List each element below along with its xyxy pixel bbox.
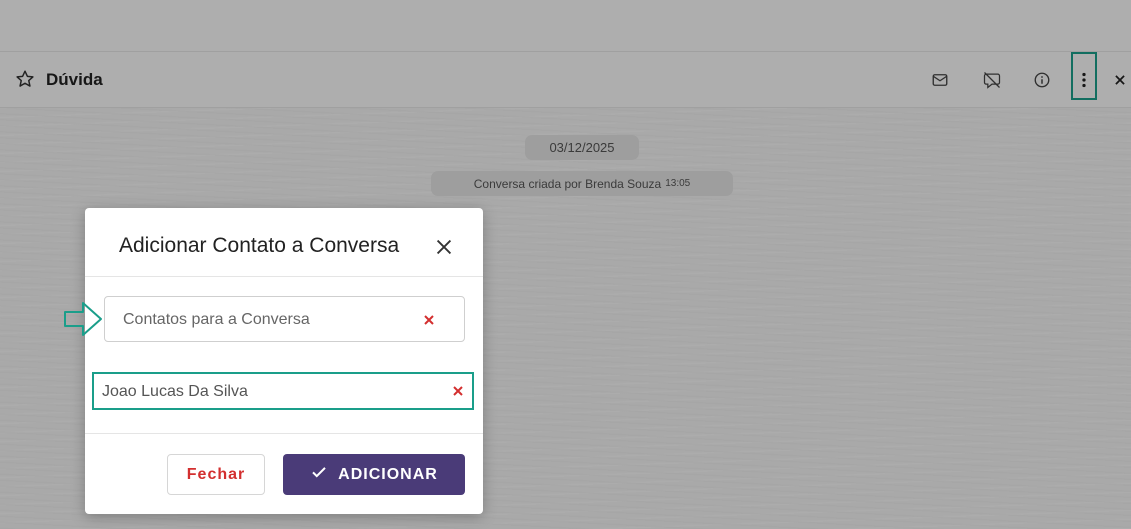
modal-title: Adicionar Contato a Conversa (119, 234, 400, 257)
contacts-input[interactable]: Contatos para a Conversa (104, 296, 465, 342)
check-icon (310, 463, 328, 486)
selected-contact-name: Joao Lucas Da Silva (102, 383, 248, 400)
remove-contact-icon[interactable] (450, 383, 466, 399)
close-button-label: Fechar (186, 465, 246, 483)
close-button[interactable]: Fechar (167, 454, 265, 495)
clear-input-icon[interactable] (421, 312, 437, 328)
modal-close-icon[interactable] (433, 236, 455, 258)
contacts-input-placeholder: Contatos para a Conversa (123, 311, 310, 328)
add-button-label: ADICIONAR (338, 465, 438, 483)
selected-contact: Joao Lucas Da Silva (92, 372, 474, 410)
add-contact-modal: Adicionar Contato a Conversa Contatos pa… (85, 208, 483, 514)
modal-footer-divider (85, 433, 483, 434)
arrow-right-icon (63, 301, 123, 337)
add-button[interactable]: ADICIONAR (283, 454, 465, 495)
modal-header-divider (85, 276, 483, 277)
